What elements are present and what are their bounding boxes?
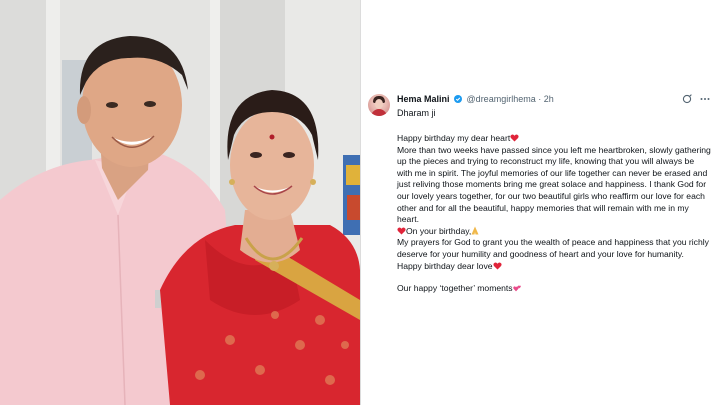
folded-hands-icon [471, 226, 479, 235]
two-hearts-icon [512, 285, 521, 292]
post: Hema Malini @dreamgirlhema · 2h Dharam j… [368, 90, 712, 293]
verified-badge-icon [454, 95, 463, 103]
couple-photo-illustration [0, 0, 360, 405]
reply-to-text: Dharam ji [397, 108, 436, 118]
author-name[interactable]: Hema Malini [397, 94, 450, 104]
post-time[interactable]: 2h [544, 94, 554, 104]
grok-icon[interactable] [682, 94, 692, 104]
meta-separator: · [538, 94, 542, 104]
couple-photo [0, 0, 360, 405]
author-handle[interactable]: @dreamgirlhema [467, 94, 536, 104]
post-line-1: Happy birthday my dear heart [397, 133, 711, 145]
more-options-icon[interactable] [700, 94, 710, 104]
author-row: Hema Malini @dreamgirlhema · 2h [397, 94, 554, 104]
post-line-2: More than two weeks have passed since yo… [397, 144, 711, 225]
post-actions [682, 94, 710, 104]
red-heart-icon [492, 262, 502, 270]
avatar[interactable] [368, 94, 390, 116]
post-line-5: Happy birthday dear love [397, 261, 711, 273]
post-line-4: My prayers for God to grant you the weal… [397, 237, 709, 259]
red-heart-icon [397, 227, 406, 235]
post-line-6: Our happy ‘together’ moments [397, 283, 711, 295]
post-body: Happy birthday my dear heart More than t… [397, 133, 711, 295]
red-heart-icon [510, 134, 519, 142]
post-line-3: On your birthday, [397, 226, 711, 238]
post-header: Hema Malini @dreamgirlhema · 2h Dharam j… [368, 90, 712, 118]
panel-divider [360, 0, 361, 405]
